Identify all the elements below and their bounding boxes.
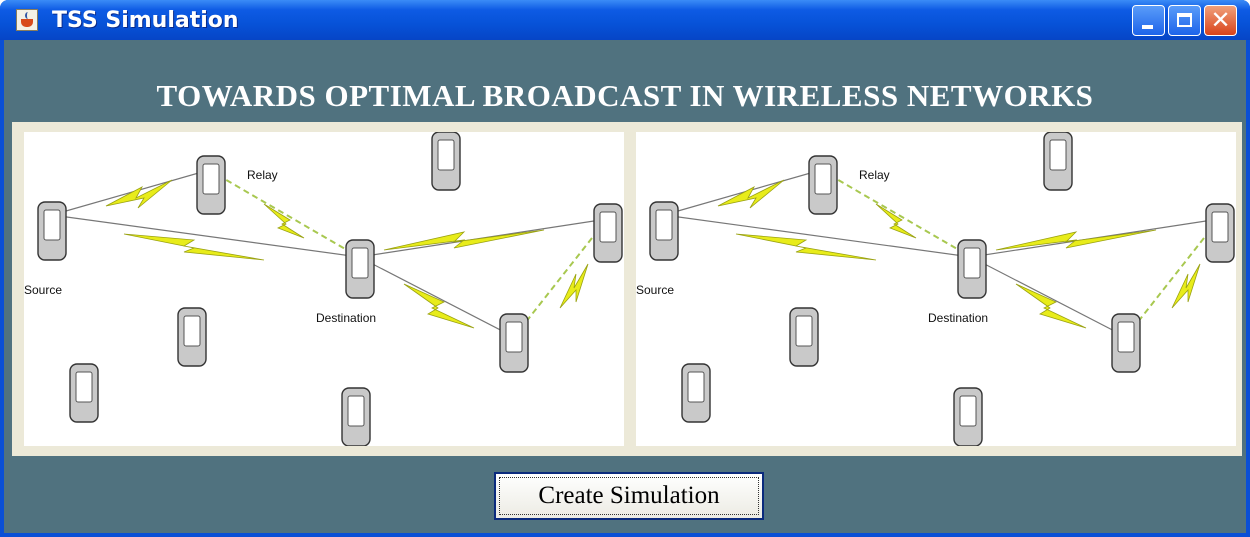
link-source-relay (663, 169, 822, 216)
create-simulation-button[interactable]: Create Simulation (494, 472, 764, 520)
content-pane: TOWARDS OPTIMAL BROADCAST IN WIRELESS NE… (4, 40, 1246, 533)
label-relay: Relay (859, 168, 890, 182)
bolt-6 (1171, 263, 1201, 309)
link-destination-node-bottom (970, 256, 1127, 338)
network-image-frame: Source Relay Destination Source Relay De… (12, 122, 1242, 456)
link-destination-node-bottom (358, 256, 515, 338)
bolt-4 (383, 229, 545, 251)
label-destination: Destination (316, 311, 376, 325)
label-source: Source (636, 283, 674, 297)
minimize-icon (1142, 25, 1153, 29)
link-source-relay (51, 169, 210, 216)
page-title: TOWARDS OPTIMAL BROADCAST IN WIRELESS NE… (156, 78, 1094, 113)
bolt-6 (559, 263, 589, 309)
dashed-links (208, 169, 608, 338)
maximize-button[interactable] (1168, 5, 1201, 36)
maximize-icon (1177, 13, 1192, 27)
label-destination: Destination (928, 311, 988, 325)
minimize-button[interactable] (1132, 5, 1165, 36)
window-title: TSS Simulation (52, 8, 239, 33)
bolt-1 (717, 179, 785, 209)
network-diagram-right: Source Relay Destination (636, 132, 1236, 446)
bolt-2 (735, 233, 877, 261)
button-bar: Create Simulation (4, 456, 1246, 533)
bolt-1 (105, 179, 173, 209)
link-relay-destination (208, 169, 360, 258)
link-relay-destination (820, 169, 972, 258)
bolt-2 (123, 233, 265, 261)
bolt-5 (1015, 283, 1087, 329)
java-icon (16, 9, 38, 31)
network-diagram-left: Source Relay Destination (24, 132, 624, 446)
title-bar[interactable]: TSS Simulation ✕ (0, 0, 1250, 40)
label-relay: Relay (247, 168, 278, 182)
bolt-5 (403, 283, 475, 329)
close-icon: ✕ (1210, 6, 1231, 34)
app-window: TSS Simulation ✕ TOWARDS OPTIMAL BROADCA… (0, 0, 1250, 537)
mobile-devices (37, 132, 623, 446)
close-button[interactable]: ✕ (1204, 5, 1237, 36)
bolt-4 (995, 229, 1157, 251)
label-source: Source (24, 283, 62, 297)
